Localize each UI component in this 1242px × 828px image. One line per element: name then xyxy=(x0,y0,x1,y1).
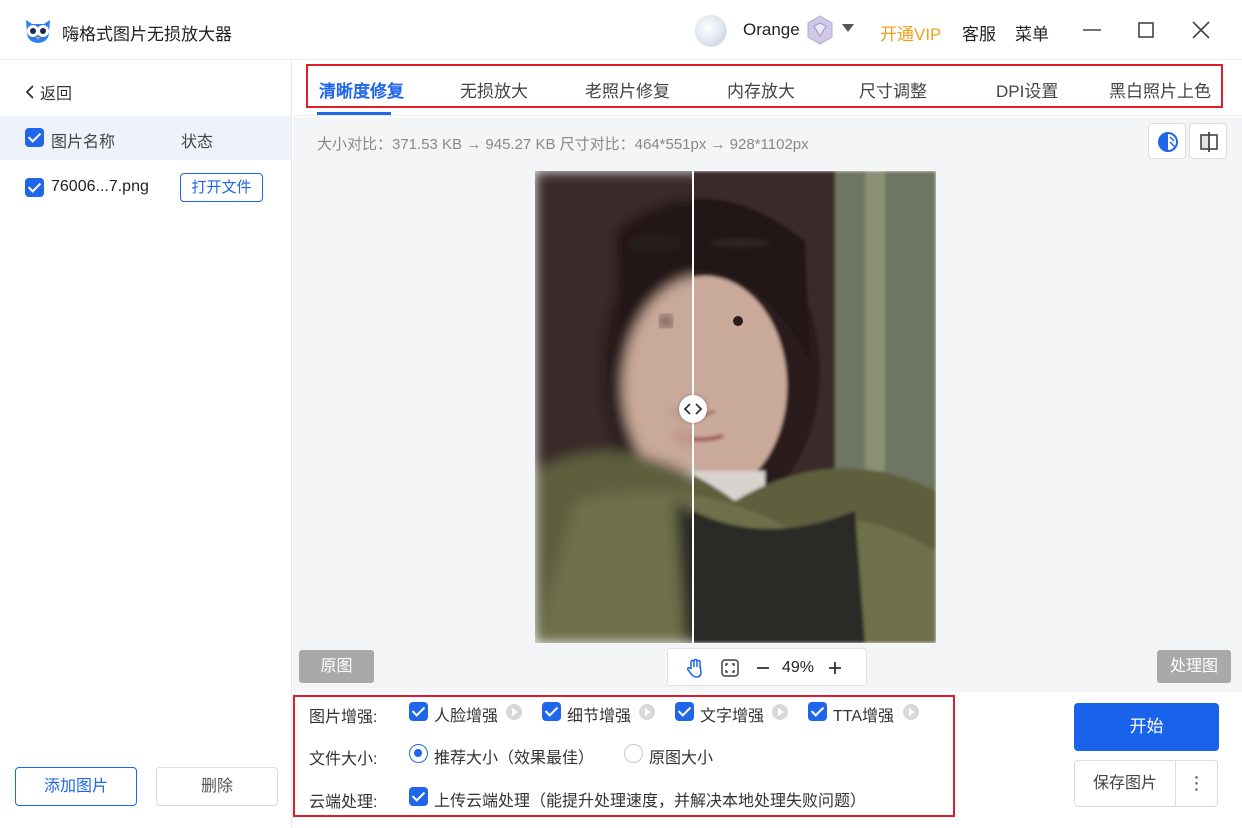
file-list-header: 图片名称 状态 xyxy=(0,116,291,160)
original-size-label: 原图大小 xyxy=(649,750,714,767)
play-icon[interactable] xyxy=(772,704,788,720)
more-options-icon[interactable]: ⋮ xyxy=(1175,760,1218,807)
half-circle-compare-icon xyxy=(1158,132,1178,152)
preview-area: 大小对比：371.53 KB → 945.27 KB 尺寸对比：464*551p… xyxy=(293,117,1242,692)
play-icon[interactable] xyxy=(903,704,919,720)
left-right-arrows-icon xyxy=(683,403,703,415)
file-sidebar: 返回 图片名称 状态 76006...7.png 打开文件 添加图片 删除 xyxy=(0,60,292,828)
file-name: 76006...7.png xyxy=(51,178,149,195)
zoom-percentage: 49% xyxy=(782,659,815,676)
start-button[interactable]: 开始 xyxy=(1074,703,1219,751)
cloud-label: 云端处理: xyxy=(309,794,378,811)
tab-old-photo-repair[interactable]: 老照片修复 xyxy=(585,77,670,102)
back-label: 返回 xyxy=(40,86,73,103)
tab-lossless-upscale[interactable]: 无损放大 xyxy=(460,77,528,102)
tta-enhance-checkbox[interactable] xyxy=(808,702,827,721)
tab-dpi-settings[interactable]: DPI设置 xyxy=(996,77,1058,102)
zoom-in-icon[interactable] xyxy=(824,657,846,679)
user-dropdown-icon[interactable] xyxy=(842,24,854,32)
active-tab-indicator xyxy=(317,112,391,115)
play-icon[interactable] xyxy=(506,704,522,720)
maximize-icon[interactable] xyxy=(1132,16,1160,44)
photo-comparison-preview[interactable] xyxy=(535,171,936,643)
text-enhance-label: 文字增强 xyxy=(700,708,765,725)
face-enhance-label: 人脸增强 xyxy=(434,708,499,725)
cloud-upload-checkbox[interactable] xyxy=(409,787,428,806)
file-row[interactable]: 76006...7.png 打开文件 xyxy=(0,166,291,210)
owl-logo-icon xyxy=(26,20,50,43)
fit-screen-icon[interactable] xyxy=(719,657,741,679)
processed-image-label: 处理图 xyxy=(1157,650,1231,683)
column-name-header: 图片名称 xyxy=(51,134,116,151)
compare-slider-handle[interactable] xyxy=(679,395,707,423)
tab-resize[interactable]: 尺寸调整 xyxy=(859,77,927,102)
detail-enhance-label: 细节增强 xyxy=(567,708,632,725)
delete-button[interactable]: 删除 xyxy=(156,767,278,806)
tta-enhance-label: TTA增强 xyxy=(833,708,895,725)
split-view-button[interactable] xyxy=(1189,123,1227,159)
original-image-label: 原图 xyxy=(299,650,374,683)
file-size-label: 文件大小: xyxy=(309,751,378,768)
customer-service-link[interactable]: 客服 xyxy=(962,20,996,45)
select-all-checkbox[interactable] xyxy=(25,128,44,147)
split-view-icon xyxy=(1200,132,1218,152)
face-enhance-checkbox[interactable] xyxy=(409,702,428,721)
menu-link[interactable]: 菜单 xyxy=(1015,20,1049,45)
recommended-size-radio[interactable] xyxy=(409,744,428,763)
app-title: 嗨格式图片无损放大器 xyxy=(62,25,232,44)
user-name[interactable]: Orange xyxy=(743,20,800,40)
save-image-button[interactable]: 保存图片 xyxy=(1074,760,1175,807)
recommended-size-label: 推荐大小（效果最佳） xyxy=(434,750,595,767)
column-status-header: 状态 xyxy=(181,134,214,151)
text-enhance-checkbox[interactable] xyxy=(675,702,694,721)
tab-clarity-repair[interactable]: 清晰度修复 xyxy=(319,77,404,102)
vip-link[interactable]: 开通VIP xyxy=(880,20,941,45)
user-avatar[interactable] xyxy=(695,15,727,47)
feature-tab-bar: 清晰度修复 无损放大 老照片修复 内存放大 尺寸调整 DPI设置 黑白照片上色 xyxy=(293,60,1242,116)
vip-diamond-icon xyxy=(807,15,833,45)
add-image-button[interactable]: 添加图片 xyxy=(15,767,137,806)
size-comparison-text: 大小对比：371.53 KB → 945.27 KB 尺寸对比：464*551p… xyxy=(317,136,809,153)
processing-options: 图片增强: 人脸增强 细节增强 文字增强 TTA增强 文件大小: 推荐大小（效果… xyxy=(293,693,1242,828)
tab-colorize[interactable]: 黑白照片上色 xyxy=(1109,77,1211,102)
title-bar: 嗨格式图片无损放大器 Orange 开通VIP 客服 菜单 xyxy=(0,0,1242,60)
hand-pan-icon[interactable] xyxy=(684,657,706,679)
cloud-upload-label: 上传云端处理（能提升处理速度，并解决本地处理失败问题） xyxy=(434,793,867,810)
zoom-out-icon[interactable] xyxy=(752,657,774,679)
file-checkbox[interactable] xyxy=(25,178,44,197)
chevron-left-icon xyxy=(25,85,34,99)
compare-mode-button[interactable] xyxy=(1148,123,1186,159)
back-button[interactable]: 返回 xyxy=(24,80,72,104)
enhance-label: 图片增强: xyxy=(309,709,378,726)
zoom-toolbar: 49% xyxy=(667,648,867,686)
tab-memory-enlarge[interactable]: 内存放大 xyxy=(727,77,795,102)
open-file-button[interactable]: 打开文件 xyxy=(180,173,263,202)
detail-enhance-checkbox[interactable] xyxy=(542,702,561,721)
original-size-radio[interactable] xyxy=(624,744,643,763)
close-icon[interactable] xyxy=(1187,16,1215,44)
play-icon[interactable] xyxy=(639,704,655,720)
minimize-icon[interactable] xyxy=(1078,16,1106,44)
